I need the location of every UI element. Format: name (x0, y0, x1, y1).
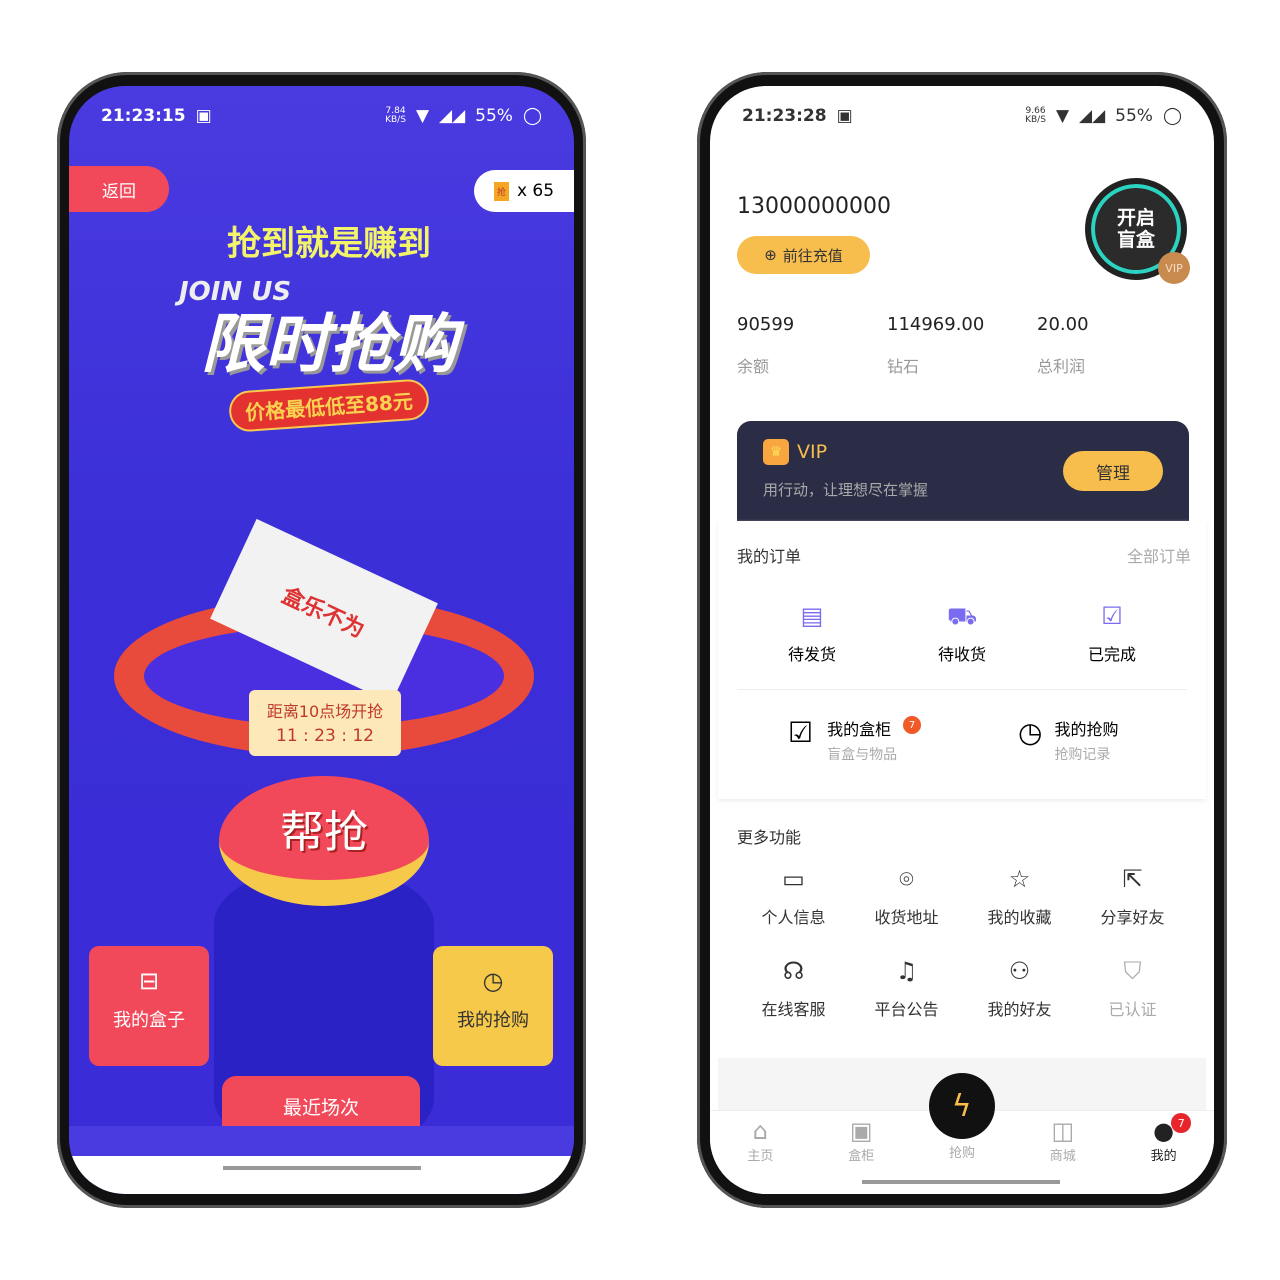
more-item-label: 个人信息 (761, 908, 826, 927)
my-cabinet[interactable]: ☑ 我的盒柜 盲盒与物品 7 (788, 716, 922, 764)
manage-button[interactable]: 管理 (1063, 451, 1163, 491)
more-item-label: 在线客服 (761, 1000, 826, 1019)
wifi-icon: ▼ (415, 106, 430, 126)
status-time: 21:23:28 (742, 106, 827, 126)
right-phone: 21:23:28 ▣ 9.66 KB/S ▼ ◢◢ 55% ◯ 13000000000 … (697, 72, 1227, 1208)
phone-number: 13000000000 (737, 194, 891, 219)
more-item-label: 我的好友 (987, 1000, 1052, 1019)
more-item-label: 分享好友 (1100, 908, 1165, 927)
battery-ring-icon: ◯ (1162, 106, 1182, 126)
orders-title: 我的订单 (737, 547, 802, 566)
battery-ring-icon: ◯ (522, 106, 542, 126)
star-icon: ☆ (1008, 865, 1031, 893)
banner-slogan: 抢到就是赚到 (227, 224, 431, 264)
friends-icon: ⚇ (1008, 957, 1031, 985)
stats-row: 90599 余额 114969.00 钻石 20.00 总利润 (737, 314, 1187, 377)
status-bar: 21:23:15 ▣ 7.84 KB/S ▼ ◢◢ 55% ◯ (101, 106, 542, 126)
ticket-icon: 抢 (493, 181, 509, 201)
stat-balance: 90599 余额 (737, 314, 795, 376)
signal-icon: ◢◢ (439, 106, 466, 126)
countdown: 距离10点场开抢 11 : 23 : 12 (249, 690, 401, 756)
network-speed: 9.66 KB/S (1025, 106, 1046, 125)
grab-button[interactable]: 帮抢 (219, 776, 429, 906)
status-bar: 21:23:28 ▣ 9.66 KB/S ▼ ◢◢ 55% ◯ (742, 106, 1182, 126)
home-icon: ⌂ (752, 1117, 769, 1145)
tab-home[interactable]: ⌂ 主页 (710, 1111, 811, 1194)
my-box-button[interactable]: ⊟ 我的盒子 (89, 946, 209, 1066)
check-clipboard-icon: ☑ (1101, 602, 1123, 630)
more-item[interactable]: ⚇ 我的好友 (963, 956, 1076, 1020)
more-item[interactable]: ☊ 在线客服 (737, 956, 850, 1020)
vip-card: ♛ VIP 用行动，让理想尽在掌握 管理 (737, 421, 1189, 521)
my-grab-record[interactable]: ◷ 我的抢购 抢购记录 (1018, 716, 1118, 764)
network-speed: 7.84 KB/S (385, 106, 406, 125)
share-icon: ⇱ (1122, 865, 1143, 893)
battery-percent: 55% (475, 106, 513, 126)
bottom-strip (69, 1126, 574, 1156)
orders-panel: 我的订单 全部订单 ▤ 待发货 ⛟ 待收货 ☑ 已完成 ☑ 我的盒柜 盲盒与物品 7 ◷… (718, 521, 1206, 799)
more-functions-grid: ▭ 个人信息 ⌾ 收货地址 ☆ 我的收藏 ⇱ 分享好友 ☊ 在线客服 ♫ 平台公告 ⚇ 我的好友 ⛉ 已认证 (737, 864, 1189, 1048)
bell-icon: ♫ (895, 957, 918, 985)
banner: 抢到就是赚到 JOIN US 限时抢购 价格最低低至88元 (129, 216, 529, 433)
my-grab-label: 我的抢购 (457, 1010, 529, 1031)
tab-me[interactable]: ● 我的 7 (1113, 1111, 1214, 1194)
vip-badge: VIP (1158, 252, 1190, 284)
flash-sale-screen: 21:23:15 ▣ 7.84 KB/S ▼ ◢◢ 55% ◯ 返回 抢x 65 抢到就… (69, 86, 574, 1194)
divider (737, 689, 1187, 690)
battery-percent: 55% (1115, 106, 1153, 126)
box-icon: ⊟ (138, 967, 160, 995)
more-item[interactable]: ⛉ 已认证 (1076, 956, 1189, 1020)
crown-icon: ♛ (763, 439, 789, 465)
more-item[interactable]: ▭ 个人信息 (737, 864, 850, 928)
stat-profit: 20.00 总利润 (1037, 314, 1089, 376)
home-area (69, 1156, 574, 1194)
home-indicator (862, 1180, 1060, 1184)
shield-check-icon: ⛉ (1123, 957, 1142, 985)
more-item-label: 我的收藏 (987, 908, 1052, 927)
more-title: 更多功能 (737, 828, 802, 847)
location-pin-icon: ⌾ (899, 865, 914, 893)
package-icon: ▤ (800, 602, 824, 630)
my-box-label: 我的盒子 (113, 1010, 185, 1031)
image-icon: ▣ (836, 106, 853, 126)
order-pending-ship[interactable]: ▤ 待发货 (737, 601, 887, 665)
more-item-label: 已认证 (1108, 1000, 1157, 1019)
id-card-icon: ▭ (782, 865, 805, 893)
back-button[interactable]: 返回 (69, 166, 169, 212)
shopping-bag-icon: ◫ (1051, 1117, 1075, 1145)
stat-diamond: 114969.00 钻石 (887, 314, 985, 376)
more-item[interactable]: ♫ 平台公告 (850, 956, 963, 1020)
countdown-time: 11 : 23 : 12 (276, 726, 374, 746)
ticket-count: 抢x 65 (474, 170, 574, 212)
cabinet-icon: ☑ (788, 716, 814, 749)
yuan-icon: ⊕ (764, 246, 777, 264)
wifi-icon: ▼ (1055, 106, 1070, 126)
recharge-button[interactable]: ⊕ 前往充值 (737, 236, 870, 274)
banner-price: 价格最低低至88元 (227, 378, 431, 433)
clock-icon: ◷ (482, 967, 504, 995)
cabinet-icon: ▣ (849, 1117, 873, 1145)
more-item-label: 平台公告 (874, 1000, 939, 1019)
profile-screen: 21:23:28 ▣ 9.66 KB/S ▼ ◢◢ 55% ◯ 13000000000 … (710, 86, 1214, 1194)
left-phone: 21:23:15 ▣ 7.84 KB/S ▼ ◢◢ 55% ◯ 返回 抢x 65 抢到就… (57, 72, 586, 1208)
more-item[interactable]: ⌾ 收货地址 (850, 864, 963, 928)
signal-icon: ◢◢ (1079, 106, 1106, 126)
countdown-label: 距离10点场开抢 (266, 702, 384, 721)
order-pending-receive[interactable]: ⛟ 待收货 (887, 601, 1037, 665)
headset-icon: ☊ (782, 957, 805, 985)
my-grab-button[interactable]: ◷ 我的抢购 (433, 946, 553, 1066)
more-item[interactable]: ⇱ 分享好友 (1076, 864, 1189, 928)
truck-icon: ⛟ (947, 602, 978, 630)
user-icon: ● (1153, 1117, 1175, 1145)
order-completed[interactable]: ☑ 已完成 (1037, 601, 1187, 665)
cabinet-badge: 7 (903, 716, 922, 734)
status-time: 21:23:15 (101, 106, 186, 126)
more-item-label: 收货地址 (874, 908, 939, 927)
all-orders-link[interactable]: 全部订单 (1127, 543, 1191, 567)
more-item[interactable]: ☆ 我的收藏 (963, 864, 1076, 928)
history-icon: ◷ (1018, 716, 1043, 749)
image-icon: ▣ (195, 106, 212, 126)
lightning-icon: ϟ (928, 1073, 995, 1139)
